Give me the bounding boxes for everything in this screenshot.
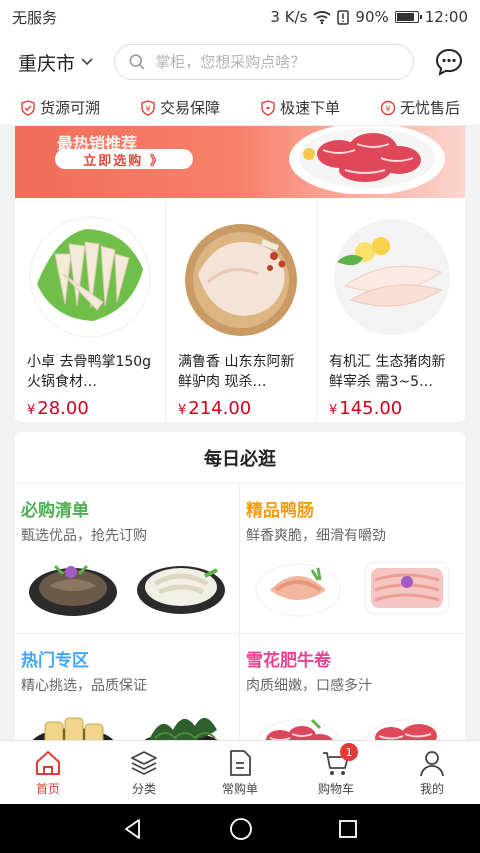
sliced-tripe-image xyxy=(137,566,225,614)
product-price: ¥214.00 xyxy=(178,398,252,419)
chat-bubble-icon xyxy=(435,48,463,76)
product-price: ¥28.00 xyxy=(27,398,89,419)
product-price: ¥145.00 xyxy=(329,398,403,419)
city-selector[interactable]: 重庆市 xyxy=(18,49,114,76)
battery-icon xyxy=(394,11,422,23)
nav-frequent-list[interactable]: 常购单 xyxy=(192,741,288,804)
search-box[interactable] xyxy=(114,44,414,80)
buy-now-button[interactable]: 立即选购 》 xyxy=(55,149,193,169)
intestine-plate-image xyxy=(364,561,450,615)
feature-after-sales: ¥ 无忧售后 xyxy=(380,97,460,118)
message-button[interactable] xyxy=(432,45,466,79)
user-icon xyxy=(420,751,444,777)
cart-badge: 1 xyxy=(340,743,358,761)
nav-home[interactable]: 首页 xyxy=(0,741,96,804)
nav-category[interactable]: 分类 xyxy=(96,741,192,804)
product-name: 有机汇 生态猪肉新鲜宰杀 需3~5… xyxy=(329,354,446,390)
daily-cell-duck-intestine[interactable]: 精品鸭肠 鲜香爽脆，细滑有嚼劲 xyxy=(240,484,465,634)
daily-must-visit: 每日必逛 必购清单 甄选优品，抢先订购 精品鸭肠 鲜香爽脆，细滑有嚼劲 热门专区… xyxy=(15,432,465,762)
svg-text:¥: ¥ xyxy=(145,104,150,113)
product-card[interactable]: 小卓 去骨鸭掌150g 火锅食材… ¥28.00 xyxy=(15,198,166,422)
product-card[interactable]: 有机汇 生态猪肉新鲜宰杀 需3~5… ¥145.00 xyxy=(317,198,467,422)
network-speed: 3 K/s xyxy=(270,8,308,26)
bottom-nav: 首页 分类 常购单 1 购物车 我的 xyxy=(0,740,480,804)
clock: 12:00 xyxy=(424,8,468,26)
app-header: 重庆市 xyxy=(0,34,480,90)
back-icon[interactable] xyxy=(122,818,144,840)
document-icon xyxy=(230,750,251,776)
product-name: 满鲁香 山东东阿新鲜驴肉 现杀… xyxy=(178,354,295,390)
product-card[interactable]: 满鲁香 山东东阿新鲜驴肉 现杀… ¥214.00 xyxy=(166,198,317,422)
search-icon xyxy=(129,54,145,70)
lightning-shield-icon xyxy=(261,99,275,116)
city-label: 重庆市 xyxy=(18,52,76,75)
product-name: 小卓 去骨鸭掌150g 火锅食材… xyxy=(27,354,152,390)
feature-strip: 货源可溯 ¥ 交易保障 极速下单 ¥ 无忧售后 xyxy=(0,90,480,126)
battery-percent: 90% xyxy=(355,8,389,26)
beef-tripe-image xyxy=(29,564,117,616)
home-circle-icon[interactable] xyxy=(229,817,253,841)
sim-alert-icon xyxy=(337,9,350,25)
home-icon xyxy=(36,751,60,775)
promo-banner[interactable]: 最热销推荐 立即选购 》 xyxy=(15,126,465,198)
search-input[interactable] xyxy=(155,53,399,71)
svg-text:¥: ¥ xyxy=(385,104,390,113)
currency-shield-icon: ¥ xyxy=(141,99,155,116)
feature-fast-order: 极速下单 xyxy=(260,97,340,118)
carrier-text: 无服务 xyxy=(12,8,58,27)
meat-platter-image xyxy=(289,126,445,194)
feature-traceable: 货源可溯 xyxy=(20,97,100,118)
section-title: 每日必逛 xyxy=(15,432,465,484)
recents-icon[interactable] xyxy=(338,819,358,839)
currency-circle-icon: ¥ xyxy=(380,100,396,115)
fish-fillet-image xyxy=(334,219,450,335)
nav-profile[interactable]: 我的 xyxy=(384,741,480,804)
duck-feet-image xyxy=(29,216,151,338)
daily-cell-must-buy[interactable]: 必购清单 甄选优品，抢先订购 xyxy=(15,484,240,634)
shield-check-icon xyxy=(21,99,35,116)
wifi-icon xyxy=(313,11,332,24)
nav-cart[interactable]: 1 购物车 xyxy=(288,741,384,804)
status-bar: 无服务 3 K/s 90% 12:00 xyxy=(0,0,480,34)
product-list: 小卓 去骨鸭掌150g 火锅食材… ¥28.00 满鲁香 山东东阿新鲜驴肉 现杀… xyxy=(15,198,465,422)
duck-intestine-image xyxy=(255,563,341,617)
feature-trade-guarantee: ¥ 交易保障 xyxy=(140,97,220,118)
system-nav-bar xyxy=(0,804,480,853)
layers-icon xyxy=(131,751,157,775)
donkey-meat-image xyxy=(185,224,297,336)
chevron-down-icon xyxy=(81,55,93,70)
